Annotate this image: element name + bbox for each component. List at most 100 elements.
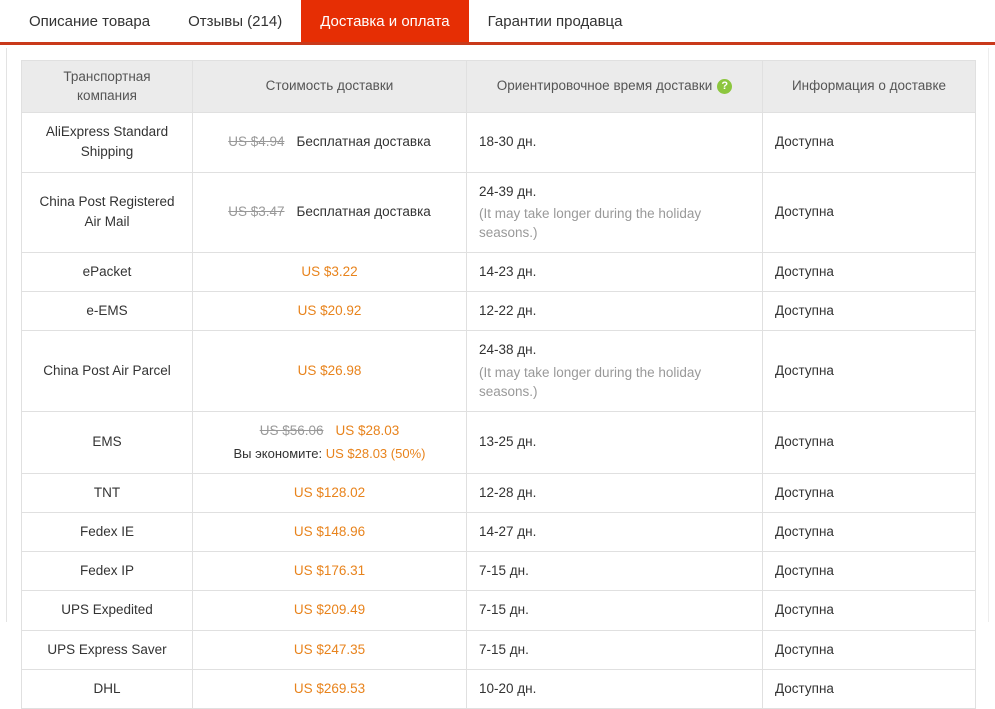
tab-2[interactable]: Доставка и оплата bbox=[301, 0, 469, 42]
delivery-info-value: Доступна bbox=[775, 641, 834, 657]
table-row: DHL US $269.53 10-20 дн. Доступна bbox=[21, 668, 976, 709]
help-icon[interactable]: ? bbox=[717, 79, 733, 95]
tab-label: Описание товара bbox=[29, 12, 151, 30]
company-name: China Post Air Parcel bbox=[43, 362, 171, 378]
company-name: AliExpress Standard Shipping bbox=[45, 124, 169, 160]
delivery-info-value: Доступна bbox=[775, 362, 834, 378]
delivery-info-value: Доступна bbox=[775, 263, 834, 279]
cell-delivery-info: Доступна bbox=[762, 668, 976, 709]
header-cost: Стоимость доставки bbox=[192, 60, 467, 113]
cell-cost: US $128.02 bbox=[192, 472, 467, 513]
table-row: EMS US $56.06 US $28.03 Вы экономите: US $2… bbox=[21, 410, 976, 474]
shipping-price: US $209.49 bbox=[293, 602, 366, 618]
delivery-info-value: Доступна bbox=[775, 484, 834, 500]
delivery-info-value: Доступна bbox=[775, 434, 834, 449]
product-tabs: Описание товара Отзывы (214) Доставка и оп… bbox=[0, 0, 995, 45]
delivery-info-value: Доступна bbox=[775, 204, 834, 220]
cell-delivery-time: 7-15 дн. bbox=[466, 629, 763, 670]
header-row: Транспортная компания Стоимость доставки… bbox=[21, 60, 976, 113]
header-time: Ориентировочное время доставки? bbox=[466, 60, 763, 113]
tab-label: Гарантии продавца bbox=[487, 12, 623, 30]
company-name: Fedex IP bbox=[79, 563, 135, 578]
table-row: ePacket US $3.22 14-23 дн. Доступна bbox=[21, 251, 976, 293]
cell-delivery-time: 12-28 дн. bbox=[466, 472, 763, 513]
company-name: UPS Express Saver bbox=[47, 641, 167, 657]
shipping-table-body: AliExpress Standard Shipping US $4.94 Бесп… bbox=[21, 112, 976, 709]
delivery-time: 24-38 дн. bbox=[479, 342, 537, 358]
delivery-time: 7-15 дн. bbox=[479, 641, 529, 657]
cell-company: Fedex IE bbox=[21, 511, 193, 553]
header-company: Транспортная компания bbox=[21, 60, 193, 113]
cell-company: China Post Air Parcel bbox=[21, 330, 193, 412]
shipping-price: US $176.31 bbox=[293, 563, 366, 578]
delivery-info-value: Доступна bbox=[775, 134, 834, 150]
cell-cost: US $247.35 bbox=[192, 629, 467, 670]
delivery-time: 10-20 дн. bbox=[479, 680, 537, 696]
cell-delivery-info: Доступна bbox=[762, 550, 976, 592]
company-name: China Post Registered Air Mail bbox=[39, 193, 175, 230]
delivery-time: 12-28 дн. bbox=[479, 484, 537, 500]
delivery-time: 14-23 дн. bbox=[479, 263, 537, 279]
cell-company: China Post Registered Air Mail bbox=[21, 171, 193, 253]
shipping-price: US $269.53 bbox=[293, 680, 366, 696]
company-name: DHL bbox=[93, 680, 121, 696]
cell-cost: US $209.49 bbox=[192, 590, 467, 631]
tab-1[interactable]: Отзывы (214) bbox=[169, 0, 302, 42]
delivery-time: 18-30 дн. bbox=[479, 134, 537, 150]
cell-company: ePacket bbox=[21, 251, 193, 293]
company-name: EMS bbox=[92, 434, 122, 449]
header-info: Информация о доставке bbox=[762, 60, 976, 113]
delivery-time: 24-39 дн. bbox=[479, 183, 537, 199]
cell-delivery-info: Доступна bbox=[762, 410, 976, 474]
cell-cost: US $3.22 bbox=[192, 251, 467, 293]
company-name: TNT bbox=[93, 484, 121, 500]
shipping-price: US $26.98 bbox=[297, 362, 362, 378]
content-left-border bbox=[6, 48, 7, 622]
shipping-table: Транспортная компания Стоимость доставки… bbox=[21, 60, 976, 709]
delivery-info-value: Доступна bbox=[775, 303, 834, 319]
free-shipping-label: Бесплатная доставка bbox=[296, 134, 431, 150]
tab-0[interactable]: Описание товара bbox=[10, 0, 170, 42]
delivery-info-value: Доступна bbox=[775, 680, 834, 696]
cell-delivery-info: Доступна bbox=[762, 590, 976, 631]
cell-cost: US $176.31 bbox=[192, 550, 467, 592]
cell-cost: US $4.94 Бесплатная доставка bbox=[192, 112, 467, 173]
shipping-table-container: Транспортная компания Стоимость доставки… bbox=[21, 60, 976, 709]
original-price: US $4.94 bbox=[228, 134, 285, 150]
table-row: AliExpress Standard Shipping US $4.94 Бесп… bbox=[21, 112, 976, 173]
cell-cost: US $3.47 Бесплатная доставка bbox=[192, 171, 467, 253]
cell-cost: US $269.53 bbox=[192, 668, 467, 709]
shipping-price: US $20.92 bbox=[297, 303, 362, 319]
table-row: UPS Express Saver US $247.35 7-15 дн. Досту… bbox=[21, 629, 976, 670]
cell-delivery-time: 13-25 дн. bbox=[466, 410, 763, 474]
table-row: UPS Expedited US $209.49 7-15 дн. Доступна bbox=[21, 590, 976, 631]
table-row: Fedex IP US $176.31 7-15 дн. Доступна bbox=[21, 550, 976, 592]
savings-amount: US $28.03 (50%) bbox=[325, 446, 426, 461]
cell-cost: US $56.06 US $28.03 Вы экономите: US $28.0… bbox=[192, 410, 467, 474]
tab-3[interactable]: Гарантии продавца bbox=[468, 0, 642, 42]
cell-delivery-time: 14-27 дн. bbox=[466, 511, 763, 553]
cell-company: DHL bbox=[21, 668, 193, 709]
cell-delivery-time: 12-22 дн. bbox=[466, 291, 763, 332]
cell-cost: US $148.96 bbox=[192, 511, 467, 553]
cell-cost: US $20.92 bbox=[192, 291, 467, 332]
cell-company: UPS Express Saver bbox=[21, 629, 193, 670]
tab-label: Отзывы (214) bbox=[188, 12, 283, 30]
cell-delivery-info: Доступна bbox=[762, 251, 976, 293]
table-row: TNT US $128.02 12-28 дн. Доступна bbox=[21, 472, 976, 513]
delivery-time: 12-22 дн. bbox=[479, 303, 537, 319]
cell-delivery-info: Доступна bbox=[762, 291, 976, 332]
company-name: ePacket bbox=[82, 263, 132, 279]
cell-delivery-time: 24-39 дн. (It may take longer during the … bbox=[466, 171, 763, 253]
cell-delivery-time: 10-20 дн. bbox=[466, 668, 763, 709]
delivery-info-value: Доступна bbox=[775, 602, 834, 618]
shipping-price: US $247.35 bbox=[293, 641, 366, 657]
free-shipping-label: Бесплатная доставка bbox=[296, 204, 431, 220]
delivery-time-note: (It may take longer during the holiday s… bbox=[479, 205, 702, 241]
table-row: China Post Air Parcel US $26.98 24-38 дн. (… bbox=[21, 330, 976, 412]
shipping-price: US $128.02 bbox=[293, 484, 366, 500]
cell-cost: US $26.98 bbox=[192, 330, 467, 412]
cell-company: Fedex IP bbox=[21, 550, 193, 592]
delivery-time: 14-27 дн. bbox=[479, 523, 537, 539]
company-name: UPS Expedited bbox=[61, 602, 153, 618]
